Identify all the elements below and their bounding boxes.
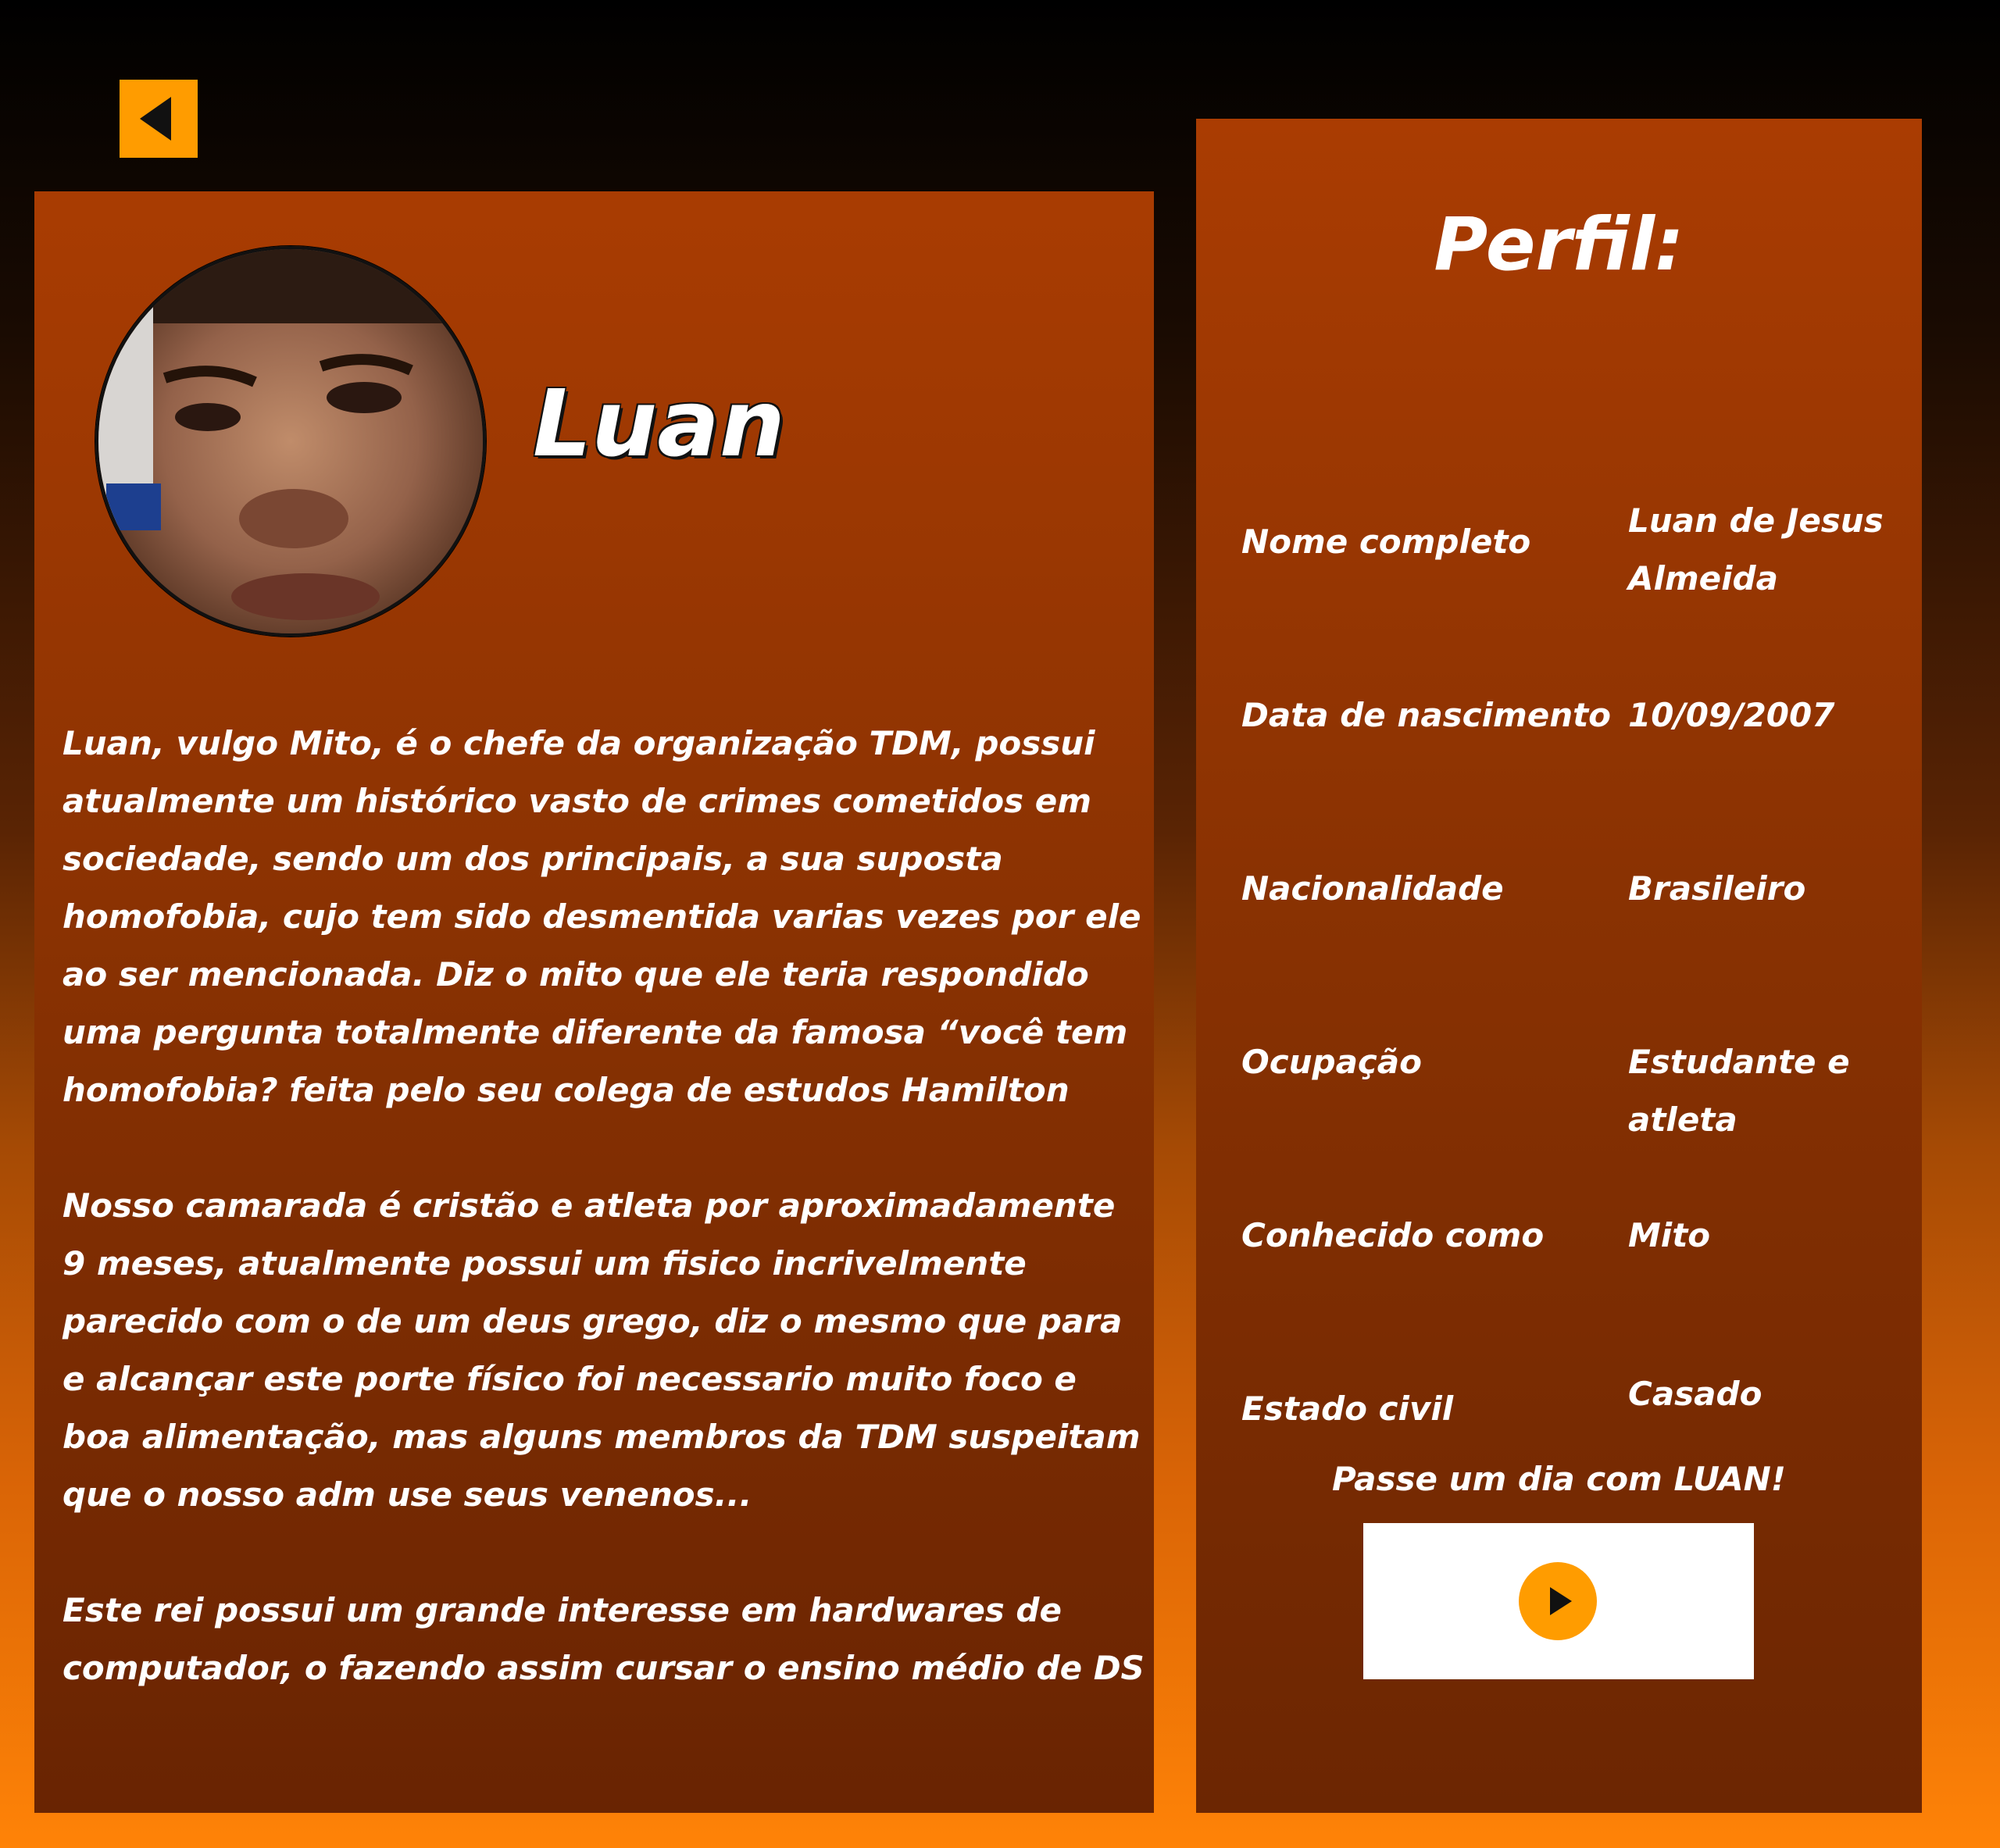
full-name-value: Luan de Jesus Almeida bbox=[1628, 501, 1884, 598]
marital-status-label: Estado civil bbox=[1241, 1390, 1454, 1428]
bio-panel: Luan Luan, vulgo Mito, é o chefe da orga… bbox=[34, 191, 1154, 1813]
nickname-label: Conhecido como bbox=[1241, 1216, 1545, 1254]
person-face-photo bbox=[98, 249, 483, 633]
nickname-value: Mito bbox=[1628, 1216, 1711, 1254]
profile-panel: Perfil: Nome completo Luan de Jesus Alme… bbox=[1196, 119, 1922, 1813]
play-icon bbox=[1550, 1587, 1572, 1615]
marital-status-value: Casado bbox=[1628, 1375, 1762, 1413]
play-button[interactable] bbox=[1519, 1562, 1597, 1640]
audio-player bbox=[1363, 1523, 1754, 1679]
back-button[interactable] bbox=[120, 80, 198, 158]
birth-date-label: Data de nascimento bbox=[1241, 696, 1612, 734]
profile-title: Perfil: bbox=[1434, 202, 1684, 287]
avatar bbox=[95, 246, 486, 637]
bio-text: Luan, vulgo Mito, é o chefe da organizaç… bbox=[62, 715, 1148, 1755]
bio-paragraph: Nosso camarada é cristão e atleta por ap… bbox=[62, 1186, 1141, 1514]
full-name-label: Nome completo bbox=[1241, 523, 1531, 561]
nationality-label: Nacionalidade bbox=[1241, 869, 1504, 908]
occupation-label: Ocupação bbox=[1241, 1043, 1422, 1081]
cta-text: Passe um dia com LUAN! bbox=[1332, 1460, 1786, 1498]
birth-date-value: 10/09/2007 bbox=[1628, 696, 1835, 734]
bio-paragraph: Luan, vulgo Mito, é o chefe da organizaç… bbox=[62, 724, 1141, 1109]
bio-paragraph: Este rei possui um grande interesse em h… bbox=[62, 1591, 1145, 1687]
nationality-value: Brasileiro bbox=[1628, 869, 1806, 908]
triangle-left-icon bbox=[140, 97, 171, 141]
occupation-value: Estudante e atleta bbox=[1628, 1043, 1850, 1139]
person-name: Luan bbox=[533, 369, 785, 477]
